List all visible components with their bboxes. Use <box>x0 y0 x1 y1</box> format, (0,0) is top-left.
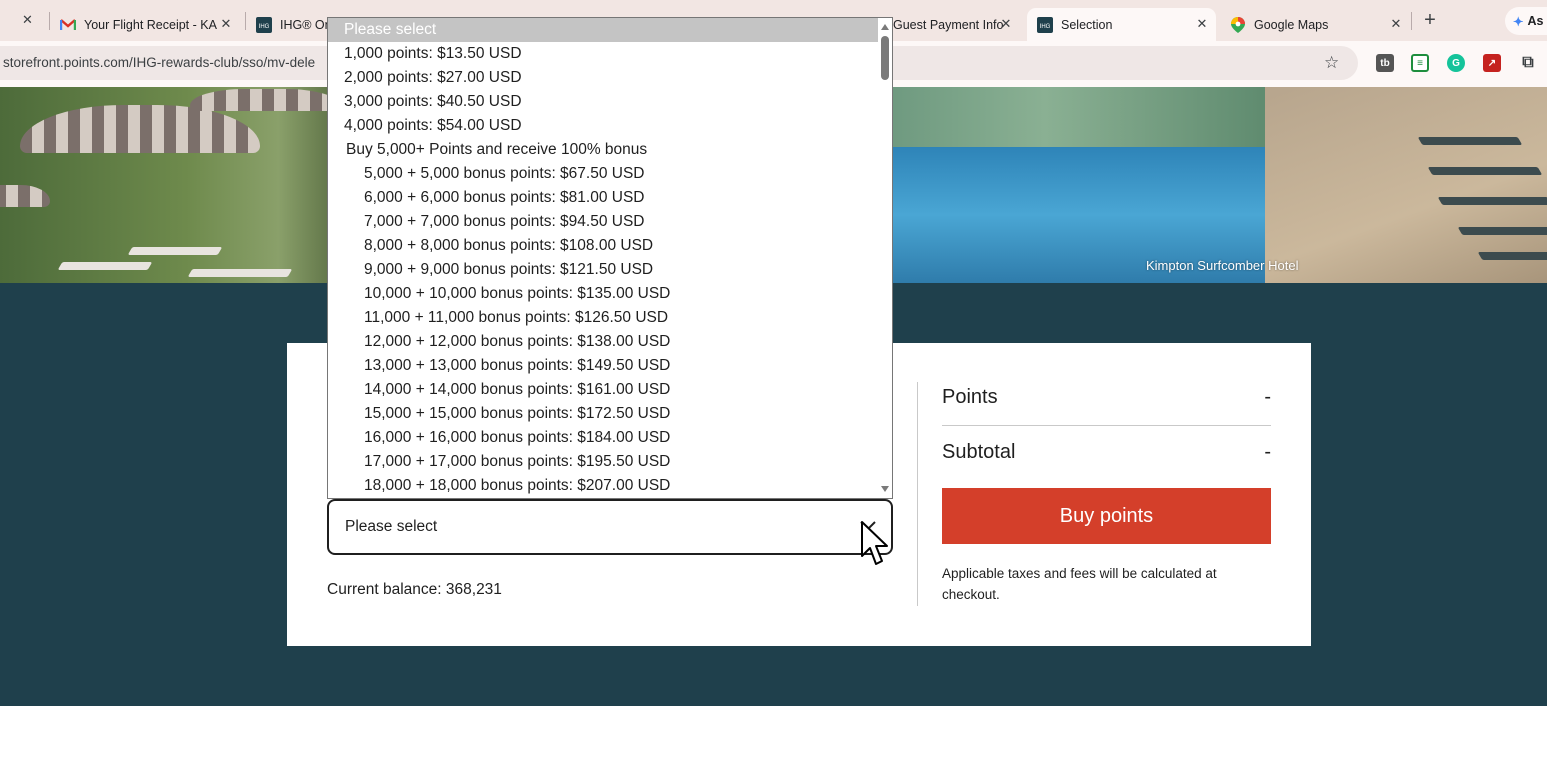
dropdown-option[interactable]: 8,000 + 8,000 bonus points: $108.00 USD <box>328 234 879 258</box>
dropdown-option[interactable]: Please select <box>328 18 879 42</box>
points-row: Points - <box>942 376 1271 418</box>
assistant-label: As <box>1527 14 1544 28</box>
hero-lounge <box>1427 167 1543 175</box>
hero-lounge <box>1457 227 1547 235</box>
hero-chair <box>57 262 153 270</box>
hero-umbrella <box>20 105 260 153</box>
scroll-up-arrow-icon[interactable] <box>881 24 889 30</box>
dropdown-option[interactable]: 1,000 points: $13.50 USD <box>328 42 879 66</box>
dropdown-option[interactable]: 18,000 + 18,000 bonus points: $207.00 US… <box>328 474 879 498</box>
dropdown-option[interactable]: 3,000 points: $40.50 USD <box>328 90 879 114</box>
taxes-note: Applicable taxes and fees will be calcul… <box>942 566 1217 602</box>
svg-text:IHG: IHG <box>259 24 270 30</box>
tab-flight-receipt[interactable]: Your Flight Receipt - KA ✕ <box>60 8 240 41</box>
tab-title: Your Flight Receipt - KA <box>84 17 217 32</box>
close-icon[interactable]: ✕ <box>218 16 234 32</box>
hero-lounge <box>1417 137 1523 145</box>
dropdown-scrollbar[interactable] <box>878 18 892 498</box>
tab-separator <box>245 12 246 30</box>
points-dropdown-list[interactable]: Please select 1,000 points: $13.50 USD 2… <box>327 17 893 499</box>
dropdown-option[interactable]: 2,000 points: $27.00 USD <box>328 66 879 90</box>
card-divider <box>917 382 918 606</box>
tab-title: IHG® On <box>280 17 328 32</box>
mouse-cursor-icon <box>860 520 890 573</box>
dropdown-option[interactable]: 6,000 + 6,000 bonus points: $81.00 USD <box>328 186 879 210</box>
gmail-icon <box>60 17 76 33</box>
hero-lounge <box>1437 197 1547 205</box>
dropdown-option[interactable]: 7,000 + 7,000 bonus points: $94.50 USD <box>328 210 879 234</box>
tab-ihg-one[interactable]: IHG IHG® On <box>256 8 328 41</box>
dropdown-option[interactable]: 12,000 + 12,000 bonus points: $138.00 US… <box>328 330 879 354</box>
tab-title: Selection <box>1061 17 1113 32</box>
ihg-icon: IHG <box>1037 16 1053 33</box>
maps-icon <box>1230 16 1246 33</box>
pdf-icon[interactable]: ↗ <box>1483 54 1501 72</box>
select-value: Please select <box>345 518 438 535</box>
points-label: Points <box>942 385 998 408</box>
dropdown-option[interactable]: 5,000 + 5,000 bonus points: $67.50 USD <box>328 162 879 186</box>
close-icon[interactable]: ✕ <box>1388 16 1404 32</box>
dropdown-group-label: Buy 5,000+ Points and receive 100% bonus <box>346 141 648 158</box>
dropdown-option[interactable]: 10,000 + 10,000 bonus points: $135.00 US… <box>328 282 879 306</box>
dropdown-option[interactable]: 14,000 + 14,000 bonus points: $161.00 US… <box>328 378 879 402</box>
tb-icon[interactable]: tb <box>1376 54 1394 72</box>
points-value: - <box>1264 385 1271 408</box>
tab-separator <box>49 12 50 30</box>
dropdown-option[interactable]: 15,000 + 15,000 bonus points: $172.50 US… <box>328 402 879 426</box>
subtotal-row: Subtotal - <box>942 431 1271 473</box>
ihg-icon: IHG <box>256 16 272 33</box>
sheet-icon[interactable]: ≡ <box>1411 54 1429 72</box>
close-icon[interactable]: ✕ <box>22 12 33 28</box>
hero-lounge <box>1477 252 1547 260</box>
new-tab-button[interactable]: + <box>1420 9 1440 31</box>
dropdown-option[interactable]: 11,000 + 11,000 bonus points: $126.50 US… <box>328 306 879 330</box>
hero-umbrella <box>0 185 50 207</box>
grammarly-icon[interactable]: G <box>1447 54 1465 72</box>
dropdown-option[interactable]: 9,000 + 9,000 bonus points: $121.50 USD <box>328 258 879 282</box>
close-icon[interactable]: ✕ <box>1194 16 1210 32</box>
tab-title: Google Maps <box>1254 17 1329 32</box>
tab-separator <box>1411 12 1412 30</box>
assistant-button[interactable]: ✦ As <box>1505 7 1547 35</box>
hero-umbrella <box>190 89 340 111</box>
hero-caption: Kimpton Surfcomber Hotel <box>1146 258 1299 273</box>
subtotal-value: - <box>1264 440 1271 463</box>
dropdown-option[interactable]: 17,000 + 17,000 bonus points: $195.50 US… <box>328 450 879 474</box>
sparkle-icon: ✦ <box>1513 14 1524 29</box>
hero-leaf-wall <box>893 87 1273 147</box>
scroll-down-arrow-icon[interactable] <box>881 486 889 492</box>
tab-selection[interactable]: IHG Selection ✕ <box>1027 8 1216 41</box>
subtotal-label: Subtotal <box>942 440 1016 463</box>
current-balance: Current balance: 368,231 <box>327 581 502 598</box>
url-text[interactable]: storefront.points.com/IHG-rewards-club/s… <box>3 55 315 70</box>
tab-google-maps[interactable]: Google Maps ✕ <box>1230 8 1410 41</box>
hero-chair <box>187 269 293 277</box>
hero-chair <box>127 247 223 255</box>
scrollbar-thumb[interactable] <box>881 36 889 80</box>
summary-divider <box>942 425 1271 426</box>
buy-points-button[interactable]: Buy points <box>942 488 1271 544</box>
bookmark-star-icon[interactable]: ☆ <box>1324 53 1339 73</box>
close-icon[interactable]: ✕ <box>998 16 1014 32</box>
puzzle-icon[interactable]: ⧉ <box>1519 54 1537 72</box>
svg-text:IHG: IHG <box>1040 24 1051 30</box>
dropdown-option[interactable]: 13,000 + 13,000 bonus points: $149.50 US… <box>328 354 879 378</box>
dropdown-option[interactable]: 4,000 points: $54.00 USD <box>328 114 879 138</box>
tab-guest-payment[interactable]: Guest Payment Info ✕ <box>893 8 1020 41</box>
points-select[interactable]: Please select <box>327 499 893 555</box>
dropdown-option[interactable]: 16,000 + 16,000 bonus points: $184.00 US… <box>328 426 879 450</box>
